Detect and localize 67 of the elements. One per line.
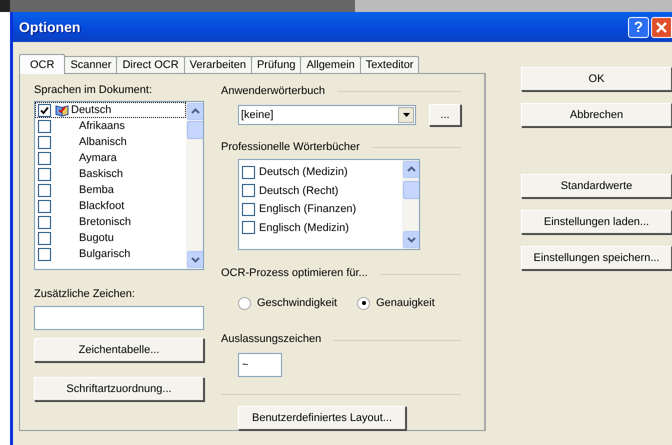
dictionary-name[interactable]: Englisch (Medizin) bbox=[259, 222, 349, 234]
dropdown-arrow-icon bbox=[402, 112, 410, 117]
dialog-button[interactable]: Abbrechen bbox=[521, 103, 672, 127]
radio-option[interactable]: Genauigkeit bbox=[357, 296, 435, 310]
checkbox[interactable] bbox=[38, 136, 51, 148]
dictionary-name[interactable]: Deutsch (Medizin) bbox=[259, 166, 348, 178]
tab[interactable]: Verarbeiten bbox=[184, 56, 252, 73]
language-name[interactable]: Baskisch bbox=[79, 168, 124, 180]
checkbox[interactable] bbox=[38, 120, 51, 132]
checkbox[interactable] bbox=[38, 104, 51, 116]
tab[interactable]: Allgemein bbox=[300, 56, 361, 73]
close-button[interactable] bbox=[651, 16, 672, 38]
dictionary-dropdown[interactable]: [keine] bbox=[238, 104, 416, 125]
language-name[interactable]: Albanisch bbox=[79, 136, 127, 148]
field-label: Sprachen im Dokument: bbox=[34, 84, 153, 98]
language-name[interactable]: Deutsch bbox=[71, 104, 112, 116]
tab[interactable]: Texteditor bbox=[360, 56, 420, 73]
tab[interactable]: Prüfung bbox=[250, 56, 302, 73]
language-name[interactable]: Bugotu bbox=[79, 232, 114, 244]
tab[interactable]: OCR bbox=[19, 54, 66, 74]
checkbox[interactable] bbox=[242, 221, 255, 234]
language-name[interactable]: Aymara bbox=[79, 152, 117, 164]
scroll-up-icon[interactable] bbox=[403, 160, 419, 178]
tab[interactable]: Direct OCR bbox=[116, 56, 185, 73]
checkbox[interactable] bbox=[38, 184, 51, 196]
dialog-button[interactable]: Einstellungen speichern... bbox=[521, 246, 672, 270]
scroll-down-icon[interactable] bbox=[187, 251, 203, 268]
scroll-up-icon[interactable] bbox=[187, 103, 203, 120]
language-name[interactable]: Bretonisch bbox=[79, 216, 131, 228]
text-field[interactable] bbox=[34, 306, 204, 330]
browse-button[interactable]: ... bbox=[429, 104, 461, 126]
checkbox[interactable] bbox=[38, 152, 51, 164]
group-label: OCR-Prozess optimieren für... bbox=[221, 267, 368, 280]
text-field[interactable]: ~ bbox=[238, 353, 282, 378]
dialog-button[interactable]: Einstellungen laden... bbox=[521, 210, 672, 234]
language-name[interactable]: Afrikaans bbox=[79, 120, 125, 132]
field-label: Zusätzliche Zeichen: bbox=[34, 288, 136, 302]
book-icon bbox=[55, 103, 69, 117]
checkbox[interactable] bbox=[242, 202, 255, 216]
dictionary-name[interactable]: Englisch (Finanzen) bbox=[259, 203, 356, 216]
scrollbar-thumb[interactable] bbox=[187, 121, 203, 139]
language-name[interactable]: Blackfoot bbox=[79, 200, 124, 212]
dictionary-name[interactable]: Deutsch (Recht) bbox=[259, 184, 338, 197]
language-name[interactable]: Bulgarisch bbox=[79, 248, 130, 260]
custom-layout-button[interactable]: Benutzerdefiniertes Layout... bbox=[238, 406, 406, 430]
checkbox[interactable] bbox=[242, 184, 255, 198]
checkbox[interactable] bbox=[38, 232, 51, 244]
checkbox[interactable] bbox=[242, 166, 255, 179]
checkbox[interactable] bbox=[38, 216, 51, 228]
close-icon bbox=[655, 20, 668, 34]
group-label: Auslassungszeichen bbox=[221, 333, 322, 346]
checkbox[interactable] bbox=[38, 200, 51, 212]
scroll-down-icon[interactable] bbox=[403, 231, 419, 248]
checkbox[interactable] bbox=[38, 168, 51, 180]
tab[interactable]: Scanner bbox=[64, 56, 118, 73]
character-table-button[interactable]: Zeichentabelle... bbox=[34, 338, 204, 362]
help-button[interactable]: ? bbox=[628, 16, 649, 38]
checkbox[interactable] bbox=[38, 248, 51, 260]
radio-option[interactable]: Geschwindigkeit bbox=[238, 296, 338, 310]
language-name[interactable]: Bemba bbox=[79, 184, 114, 196]
font-mapping-button[interactable]: Schriftartzuordnung... bbox=[34, 377, 204, 401]
dialog-button[interactable]: Standardwerte bbox=[521, 174, 672, 198]
dialog-button[interactable]: OK bbox=[521, 67, 672, 91]
group-label: Anwenderwörterbuch bbox=[221, 84, 325, 97]
window-title: Optionen bbox=[19, 19, 82, 35]
scrollbar-thumb[interactable] bbox=[403, 180, 419, 199]
group-label: Professionelle Wörterbücher bbox=[221, 140, 360, 153]
